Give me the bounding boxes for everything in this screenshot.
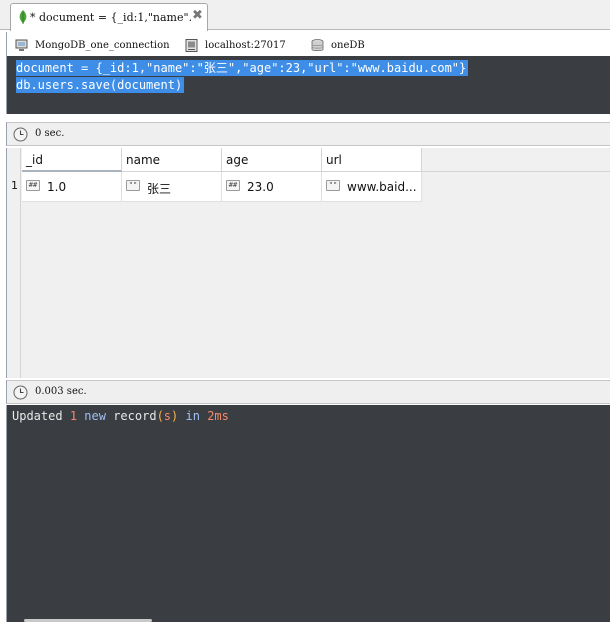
cell-value: 张三 <box>147 182 172 196</box>
string-type-icon: "" <box>126 180 140 191</box>
tab-bar: * document = {_id:1,"name"… ✖ <box>0 0 610 31</box>
header-filler <box>422 148 610 172</box>
table-cell-name[interactable]: "" 张三 <box>122 172 222 202</box>
table-cell-age[interactable]: ## 23.0 <box>222 172 322 202</box>
cell-value: 23.0 <box>247 180 274 194</box>
table-cell-url[interactable]: "" www.baid... <box>322 172 422 202</box>
server-address: localhost:27017 <box>205 39 286 51</box>
connection-icon <box>15 39 28 51</box>
column-header-name[interactable]: name <box>122 148 222 172</box>
query-time-bar: 0 sec. <box>6 122 610 146</box>
output-letter: s <box>163 409 172 423</box>
cell-value: 1.0 <box>47 180 67 194</box>
string-type-icon: "" <box>326 180 340 191</box>
output-word: Updated <box>12 409 63 423</box>
clock-icon <box>13 385 28 400</box>
row-number: 1 <box>11 179 18 192</box>
number-type-icon: ## <box>26 180 40 191</box>
database-icon <box>311 38 324 51</box>
database-indicator[interactable]: oneDB <box>311 37 365 53</box>
query-tab[interactable]: * document = {_id:1,"name"… ✖ <box>10 3 208 31</box>
query-editor[interactable]: document = {_id:1,"name":"张三","age":23,"… <box>6 56 610 114</box>
database-name: oneDB <box>331 39 365 51</box>
output-count: 1 <box>69 409 78 423</box>
output-keyword: new <box>84 409 106 423</box>
output-duration: 2ms <box>207 409 229 423</box>
column-header-label: name <box>126 153 161 167</box>
save-time: 0.003 sec. <box>35 386 87 397</box>
tab-title: * document = {_id:1,"name"… <box>30 11 192 24</box>
save-time-bar: 0.003 sec. <box>6 380 610 404</box>
server-indicator[interactable]: localhost:27017 <box>185 37 286 53</box>
column-header-id[interactable]: _id <box>22 148 122 172</box>
output-paren: ( <box>156 409 164 423</box>
table-cell-id[interactable]: ## 1.0 <box>22 172 122 202</box>
query-time: 0 sec. <box>35 128 65 139</box>
clock-icon <box>13 127 28 142</box>
connection-bar: MongoDB_one_connection localhost:27017 o… <box>6 32 610 56</box>
output-word: record <box>113 409 157 423</box>
connection-indicator[interactable]: MongoDB_one_connection <box>15 37 170 53</box>
results-table: 1 _id name age url ## 1.0 "" 张三 ## 23.0 … <box>6 148 610 378</box>
server-icon <box>185 38 198 52</box>
output-paren: ) <box>171 409 179 423</box>
column-header-label: url <box>326 153 342 167</box>
number-type-icon: ## <box>226 180 240 191</box>
row-gutter: 1 <box>7 148 21 378</box>
editor-line-2[interactable]: db.users.save(document) <box>16 77 185 93</box>
column-header-label: age <box>226 153 249 167</box>
cell-value: www.baid... <box>347 180 417 194</box>
column-header-label: _id <box>26 153 43 167</box>
connection-name: MongoDB_one_connection <box>35 39 170 51</box>
editor-line-1[interactable]: document = {_id:1,"name":"张三","age":23,"… <box>16 60 469 76</box>
output-console: Updated 1 new record(s) in 2ms <box>6 405 610 622</box>
output-line: Updated 1 new record(s) in 2ms <box>12 409 229 423</box>
mongodb-leaf-icon <box>19 10 27 24</box>
column-header-url[interactable]: url <box>322 148 422 172</box>
close-tab-icon[interactable]: ✖ <box>192 9 203 23</box>
output-keyword: in <box>185 409 200 423</box>
column-header-age[interactable]: age <box>222 148 322 172</box>
